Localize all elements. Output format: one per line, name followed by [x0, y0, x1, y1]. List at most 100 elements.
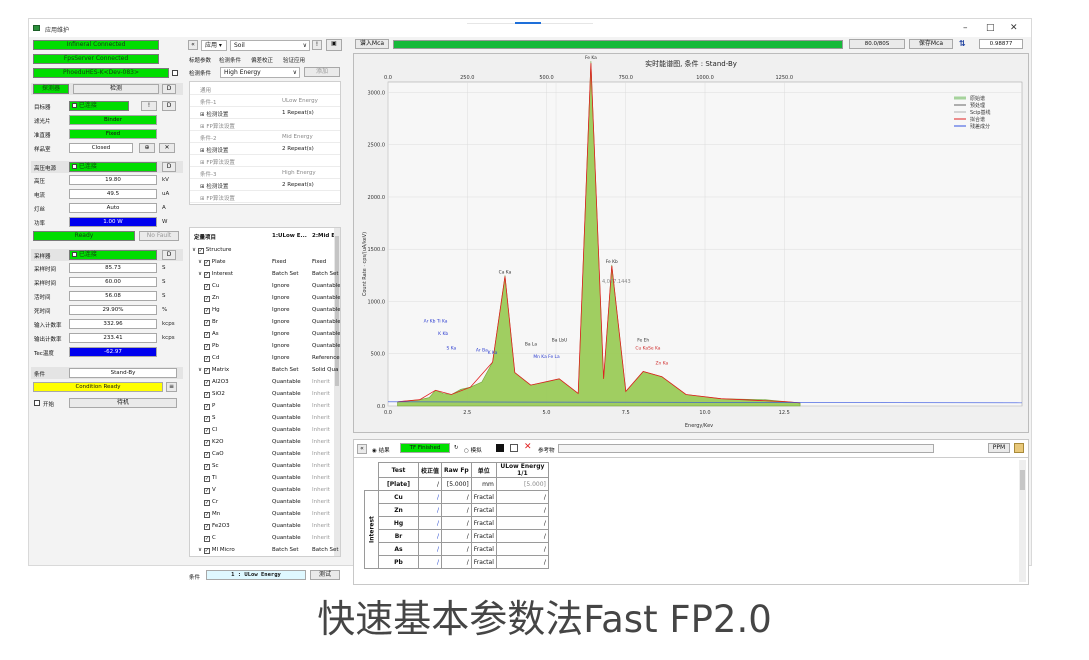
tree-checkbox[interactable]: ✓ — [204, 404, 210, 410]
tree-checkbox[interactable]: ✓ — [204, 380, 210, 386]
target-info-button[interactable]: ! — [141, 101, 157, 111]
tree-checkbox[interactable]: ✓ — [204, 464, 210, 470]
tree-checkbox[interactable]: ✓ — [204, 344, 210, 350]
correction-cell[interactable]: / — [417, 516, 443, 530]
tree-row[interactable]: ✓ As Ignore Quantable — [190, 328, 340, 340]
tree-cond2[interactable]: Quantable — [312, 319, 340, 325]
tree-cond1[interactable]: Quantable — [272, 451, 301, 457]
chamber-plus-button[interactable]: ⊕ — [139, 143, 155, 153]
tree-checkbox[interactable]: ✓ — [204, 428, 210, 434]
tree-checkbox[interactable]: ✓ — [204, 392, 210, 398]
tree-row[interactable]: ✓ Hg Ignore Quantable — [190, 304, 340, 316]
device-checkbox[interactable] — [172, 70, 178, 76]
param-row[interactable]: 条件-2 Mid Energy — [190, 132, 340, 143]
chamber-close-button[interactable]: ✕ — [159, 143, 175, 153]
mode-select[interactable]: 应用 ▾ — [201, 40, 227, 51]
tree-cond2[interactable]: Inherit — [312, 391, 330, 397]
param-row[interactable]: ⊞ 检测设置 2 Repeat(s) — [190, 144, 340, 155]
tree-cond2[interactable]: Inherit — [312, 427, 330, 433]
tree-row[interactable]: ✓ Cl Quantable Inherit — [190, 424, 340, 436]
tree-cond1[interactable]: Quantable — [272, 535, 301, 541]
save-icon[interactable]: ▣ — [326, 39, 342, 51]
sort-icon[interactable]: ⇅ — [959, 39, 971, 50]
tree-checkbox[interactable]: ✓ — [204, 356, 210, 362]
info-button[interactable]: ! — [312, 40, 322, 50]
correction-cell[interactable]: / — [417, 542, 443, 556]
tree-cond1[interactable]: Quantable — [272, 391, 301, 397]
test-button[interactable]: 测试 — [310, 570, 340, 580]
tree-cond1[interactable]: Quantable — [272, 403, 301, 409]
tree-cond1[interactable]: Quantable — [272, 499, 301, 505]
tree-checkbox[interactable]: ✓ — [204, 524, 210, 530]
tree-checkbox[interactable]: ✓ — [204, 416, 210, 422]
tree-cond1[interactable]: Quantable — [272, 427, 301, 433]
tree-checkbox[interactable]: ✓ — [204, 320, 210, 326]
tree-row[interactable]: ∨ ✓ Structure — [190, 244, 340, 256]
tree-checkbox[interactable]: ✓ — [204, 308, 210, 314]
tree-cond2[interactable]: Quantable — [312, 331, 340, 337]
tree-cond1[interactable]: Quantable — [272, 511, 301, 517]
tree-row[interactable]: ✓ Sc Quantable Inherit — [190, 460, 340, 472]
results-collapse[interactable]: « — [357, 444, 367, 454]
tree-row[interactable]: ✓ V Quantable Inherit — [190, 484, 340, 496]
window-icon[interactable] — [510, 444, 518, 452]
param-row[interactable]: 条件-3 High Energy — [190, 168, 340, 179]
tree-checkbox[interactable]: ✓ — [204, 512, 210, 518]
mca-load-button[interactable]: 谱入Mca — [355, 39, 389, 49]
tree-cond2[interactable]: Inherit — [312, 379, 330, 385]
tree-checkbox[interactable]: ✓ — [204, 284, 210, 290]
acq-d-button[interactable]: D — [162, 250, 176, 260]
tree-row[interactable]: ✓ P Quantable Inherit — [190, 400, 340, 412]
tree-row[interactable]: ✓ Cr Quantable Inherit — [190, 496, 340, 508]
results-scrollbar[interactable] — [1019, 460, 1026, 582]
stop-icon[interactable] — [496, 444, 504, 452]
tree-cond2[interactable]: Inherit — [312, 535, 330, 541]
tree-row[interactable]: ✓ SiO2 Quantable Inherit — [190, 388, 340, 400]
refresh-icon[interactable]: ↻ — [454, 445, 459, 451]
tree-cond1[interactable]: Ignore — [272, 307, 290, 313]
tab-verify-app[interactable]: 验证应用 — [283, 56, 305, 64]
radio-simulate[interactable]: ○ 模拟 — [464, 446, 482, 454]
tree-cond2[interactable]: Inherit — [312, 511, 330, 517]
tree-row[interactable]: ✓ Br Ignore Quantable — [190, 316, 340, 328]
param-row[interactable]: ⊞ FP算法设置 — [190, 156, 340, 167]
tree-checkbox[interactable]: ✓ — [197, 248, 204, 254]
tree-cond1[interactable]: Ignore — [272, 283, 290, 289]
tree-cond2[interactable]: Fixed — [312, 259, 326, 265]
tree-row[interactable]: ∨ ✓ Plate Fixed Fixed — [190, 256, 340, 268]
tree-cond1[interactable]: Quantable — [272, 379, 301, 385]
tree-checkbox[interactable]: ✓ — [204, 332, 210, 338]
param-row[interactable]: 通用 — [190, 84, 340, 95]
tree-cond1[interactable]: Quantable — [272, 463, 301, 469]
tree-row[interactable]: ∨ ✓ Matrix Batch Set Solid Qua — [190, 364, 340, 376]
param-row[interactable]: ⊞ FP算法设置 — [190, 192, 340, 203]
file-select[interactable]: Soil ∨ — [230, 40, 310, 51]
reference-input[interactable] — [558, 444, 934, 453]
detector-d-button[interactable]: D — [162, 84, 176, 94]
tree-row[interactable]: ✓ Mn Quantable Inherit — [190, 508, 340, 520]
standby-button[interactable]: 待机 — [69, 398, 177, 408]
tree-cond1[interactable]: Ignore — [272, 331, 290, 337]
param-row[interactable]: ⊞ 检测设置 2 Repeat(s) — [190, 180, 340, 191]
tab-bias-correction[interactable]: 偏差校正 — [251, 56, 273, 64]
tree-cond1[interactable]: Quantable — [272, 439, 301, 445]
interlock-checkbox[interactable] — [34, 400, 40, 406]
tree-cond1[interactable]: Ignore — [272, 319, 290, 325]
tree-cond2[interactable]: Batch Set — [312, 547, 339, 553]
tree-checkbox[interactable]: ✓ — [203, 548, 210, 554]
tree-row[interactable]: ✓ CaO Quantable Inherit — [190, 448, 340, 460]
tree-row[interactable]: ✓ Al2O3 Quantable Inherit — [190, 376, 340, 388]
tree-checkbox[interactable]: ✓ — [204, 296, 210, 302]
param-row[interactable]: 条件-1 ULow Energy — [190, 96, 340, 107]
tree-cond2[interactable]: Quantable — [312, 343, 340, 349]
tree-cond1[interactable]: Batch Set — [272, 367, 299, 373]
condition-menu-button[interactable]: ≡ — [166, 382, 177, 392]
tree-cond2[interactable]: Inherit — [312, 415, 330, 421]
tree-cond1[interactable]: Batch Set — [272, 547, 299, 553]
tree-checkbox[interactable]: ✓ — [203, 272, 210, 278]
tree-row[interactable]: ✓ K2O Quantable Inherit — [190, 436, 340, 448]
tree-cond2[interactable]: Inherit — [312, 463, 330, 469]
condition-select[interactable]: High Energy ∨ — [220, 67, 300, 78]
tree-cond1[interactable]: Ignore — [272, 295, 290, 301]
tree-cond1[interactable]: Batch Set — [272, 271, 299, 277]
